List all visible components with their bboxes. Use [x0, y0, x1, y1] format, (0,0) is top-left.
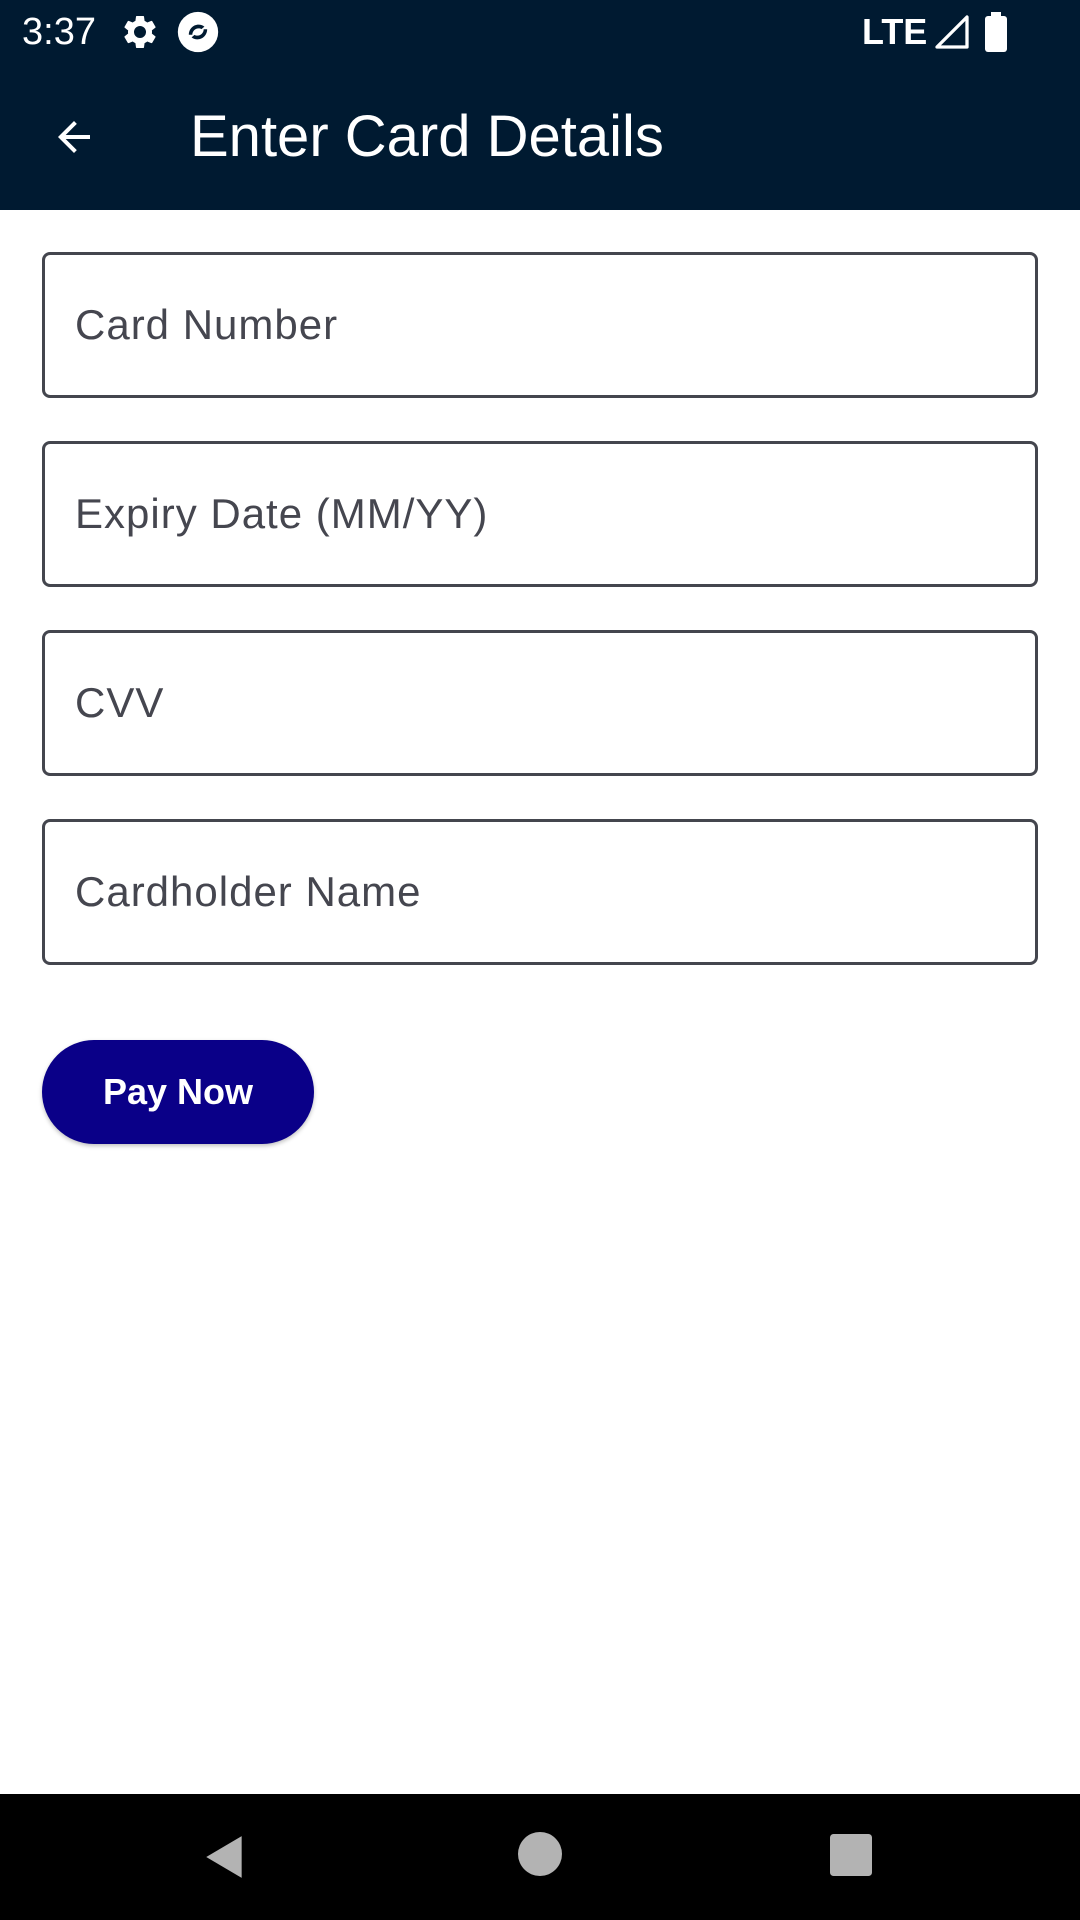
- card-number-input[interactable]: [45, 255, 1035, 395]
- battery-icon: [985, 12, 1007, 52]
- cvv-field: [42, 630, 1038, 776]
- card-number-field: [42, 252, 1038, 398]
- expiry-date-input[interactable]: [45, 444, 1035, 584]
- nav-recents-icon[interactable]: [830, 1834, 872, 1876]
- signal-icon: [935, 15, 969, 49]
- expiry-date-field: [42, 441, 1038, 587]
- screen: 3:37 LTE Enter Card Details Card Number …: [0, 0, 1080, 1920]
- page-title: Enter Card Details: [190, 104, 664, 169]
- nav-home-icon[interactable]: [518, 1832, 562, 1876]
- cardholder-name-field: [42, 819, 1038, 965]
- network-type: LTE: [862, 11, 928, 52]
- pay-now-button[interactable]: Pay Now: [42, 1040, 314, 1144]
- cardholder-name-input[interactable]: [45, 822, 1035, 962]
- arrow-back-icon: [58, 121, 90, 153]
- app-bar: Enter Card Details: [0, 64, 1080, 210]
- status-bar: 3:37 LTE: [0, 0, 1080, 64]
- app-sync-icon: [177, 11, 219, 53]
- status-time: 3:37: [22, 11, 96, 53]
- back-button[interactable]: [30, 102, 118, 172]
- cvv-input[interactable]: [45, 633, 1035, 773]
- nav-back-icon[interactable]: [200, 1832, 250, 1882]
- gear-icon: [124, 15, 156, 48]
- navigation-bar: [0, 1794, 1080, 1920]
- card-details-form: [42, 252, 1038, 1008]
